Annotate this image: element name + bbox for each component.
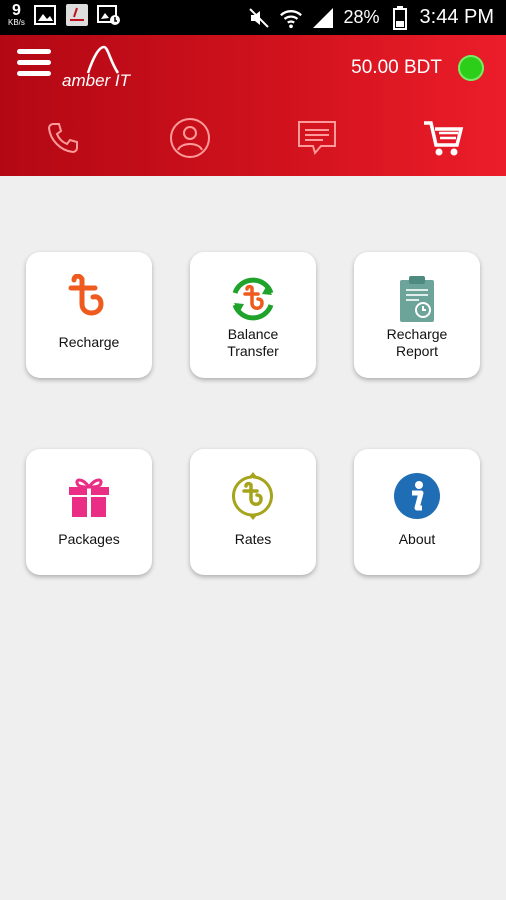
tile-label-line: Report <box>395 343 439 359</box>
tile-label-line: About <box>398 531 436 547</box>
about-label: About <box>354 531 480 548</box>
network-speed-value: 9 <box>12 2 21 19</box>
gift-icon <box>26 469 152 523</box>
status-bar: 9 KB/s 28% 3:44 PM <box>0 0 506 35</box>
cart-icon[interactable] <box>418 113 468 163</box>
tile-label-line: Balance <box>227 326 279 342</box>
online-status-dot <box>458 55 484 81</box>
recharge-report-label: Recharge Report <box>354 326 480 360</box>
profile-icon[interactable] <box>165 113 215 163</box>
message-icon[interactable] <box>292 113 342 163</box>
menu-button[interactable] <box>17 49 51 83</box>
hamburger-bar <box>17 60 51 65</box>
status-bar-right: 28% 3:44 PM <box>247 0 494 35</box>
taka-icon <box>26 272 152 326</box>
packages-tile[interactable]: Packages <box>26 449 152 575</box>
battery-icon <box>388 5 412 30</box>
tile-label-line: Packages <box>58 531 120 547</box>
clock: 3:44 PM <box>419 6 494 28</box>
hamburger-bar <box>17 49 51 54</box>
clipboard-report-icon <box>354 272 480 326</box>
info-icon <box>354 469 480 523</box>
network-speed: 9 KB/s <box>8 3 25 27</box>
network-speed-unit: KB/s <box>8 18 25 27</box>
logo-text: amber IT <box>62 71 131 90</box>
tile-label-line: Recharge <box>386 326 448 342</box>
mute-icon <box>247 6 271 30</box>
taka-transfer-icon <box>190 272 316 326</box>
wifi-icon <box>279 6 303 30</box>
balance-transfer-label: Balance Transfer <box>190 326 316 360</box>
rates-label: Rates <box>190 531 316 548</box>
recharge-label: Recharge <box>26 334 152 351</box>
phone-icon[interactable] <box>38 113 88 163</box>
gallery-icon <box>33 3 57 27</box>
tile-label-line: Transfer <box>227 343 279 359</box>
app-notification-icon <box>65 3 89 27</box>
recharge-report-tile[interactable]: Recharge Report <box>354 252 480 378</box>
balance-amount: 50.00 BDT <box>351 57 442 78</box>
about-tile[interactable]: About <box>354 449 480 575</box>
status-bar-left: 9 KB/s <box>8 3 121 27</box>
recharge-tile[interactable]: Recharge <box>26 252 152 378</box>
app-header: amber IT 50.00 BDT <box>0 35 506 176</box>
battery-percent: 28% <box>343 7 380 27</box>
image-notification-icon <box>96 3 121 27</box>
rates-tile[interactable]: Rates <box>190 449 316 575</box>
packages-label: Packages <box>26 531 152 548</box>
balance-transfer-tile[interactable]: Balance Transfer <box>190 252 316 378</box>
tile-label-line: Recharge <box>58 334 120 350</box>
hamburger-bar <box>17 71 51 76</box>
signal-icon <box>311 6 335 30</box>
tile-label-line: Rates <box>234 531 272 547</box>
amberit-logo: amber IT <box>60 45 140 91</box>
header-nav <box>0 113 506 163</box>
rates-icon <box>190 469 316 523</box>
